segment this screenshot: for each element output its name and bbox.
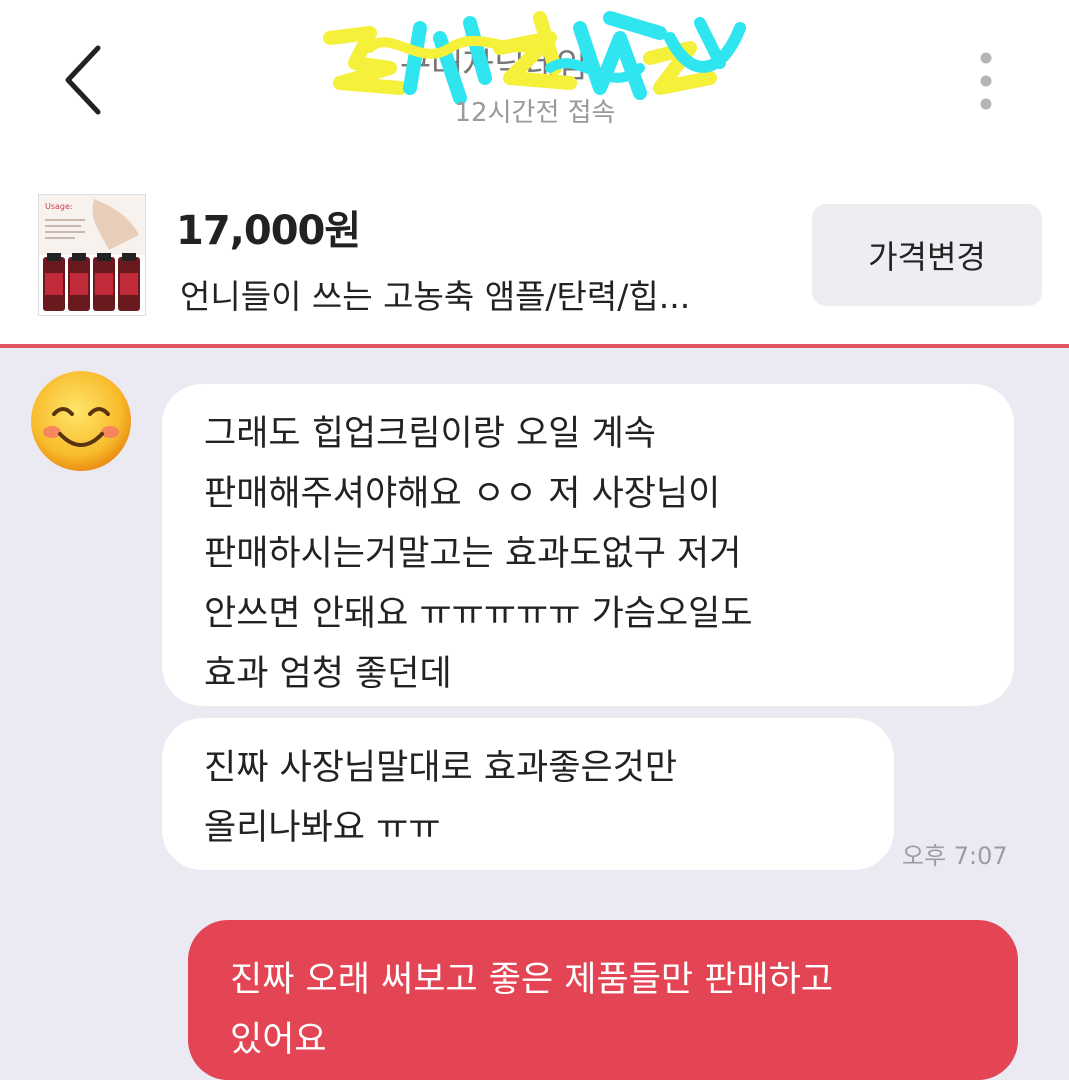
received-message-bubble[interactable]: 진짜 사장님말대로 효과좋은것만 올리나봐요 ㅠㅠ (162, 718, 894, 870)
chat-header: 구매자닉네임 12시간전 접속 (0, 0, 1069, 160)
message-timestamp: 오후 7:07 (902, 842, 1008, 870)
sent-message-bubble[interactable]: 진짜 오래 써보고 좋은 제품들만 판매하고 있어요 (188, 920, 1018, 1080)
message-text: 진짜 사장님말대로 효과좋은것만 올리나봐요 ㅠㅠ (204, 748, 678, 848)
last-seen-status: 12시간전 접속 (454, 98, 616, 128)
svg-text:Usage:: Usage: (45, 202, 73, 211)
smiley-avatar-icon[interactable] (28, 368, 134, 474)
message-text: 그래도 힙업크림이랑 오일 계속 판매해주셔야해요 ㅇㅇ 저 사장님이 판매하시… (204, 414, 753, 694)
received-message-bubble[interactable]: 그래도 힙업크림이랑 오일 계속 판매해주셔야해요 ㅇㅇ 저 사장님이 판매하시… (162, 384, 1014, 706)
product-title[interactable]: 언니들이 쓰는 고농축 앰플/탄력/힙... (180, 270, 690, 318)
product-thumbnail[interactable]: Usage: (38, 194, 146, 316)
more-options-icon[interactable] (966, 48, 1006, 114)
product-image: Usage: (39, 195, 145, 311)
product-price: 17,000원 (176, 208, 361, 254)
change-price-button[interactable]: 가격변경 (812, 204, 1042, 306)
chat-message-list[interactable]: 그래도 힙업크림이랑 오일 계속 판매해주셔야해요 ㅇㅇ 저 사장님이 판매하시… (0, 348, 1069, 1080)
message-text: 진짜 오래 써보고 좋은 제품들만 판매하고 있어요 (230, 960, 834, 1060)
back-arrow-icon[interactable] (52, 40, 116, 120)
product-info-bar: Usage: 17,000원 언니들이 쓰는 고농축 앰플/탄력/힙... 가격… (0, 160, 1069, 348)
